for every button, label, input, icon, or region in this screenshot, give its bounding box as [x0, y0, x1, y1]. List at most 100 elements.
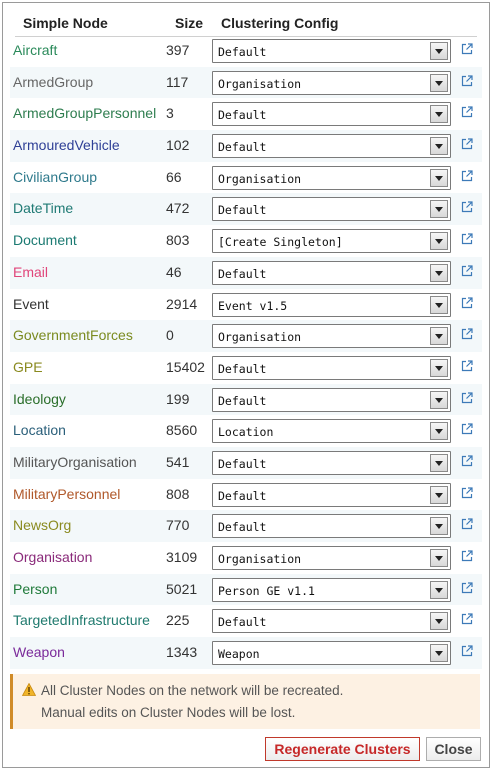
node-name[interactable]: Document	[13, 232, 77, 248]
dropdown-arrow-icon[interactable]	[430, 73, 448, 92]
clustering-config-select[interactable]: Organisation	[212, 324, 451, 349]
clustering-config-select[interactable]: Default	[212, 102, 451, 127]
select-value: Default	[218, 108, 267, 123]
select-value: Default	[218, 140, 267, 155]
header-clustering-config: Clustering Config	[221, 15, 339, 31]
node-name[interactable]: MilitaryOrganisation	[13, 454, 137, 470]
select-value: Event v1.5	[218, 298, 288, 313]
external-link-icon[interactable]	[461, 265, 473, 277]
node-name[interactable]: GPE	[13, 359, 43, 375]
node-name[interactable]: Location	[13, 422, 66, 438]
warning-line-1: All Cluster Nodes on the network will be…	[41, 683, 344, 698]
external-link-icon[interactable]	[461, 582, 473, 594]
dropdown-arrow-icon[interactable]	[430, 263, 448, 282]
external-link-icon[interactable]	[461, 43, 473, 55]
table-row: MilitaryOrganisation 541 Default	[10, 446, 482, 479]
table-row: Aircraft 397 Default	[10, 35, 482, 67]
clustering-config-select[interactable]: Location	[212, 419, 451, 444]
dropdown-arrow-icon[interactable]	[430, 168, 448, 187]
external-link-icon[interactable]	[461, 550, 473, 562]
external-link-icon[interactable]	[461, 296, 473, 309]
node-name[interactable]: Aircraft	[13, 42, 57, 58]
table-row: Person 5021 Person GE v1.1	[10, 573, 482, 606]
dropdown-arrow-icon[interactable]	[430, 644, 448, 663]
node-size: 1343	[166, 644, 198, 661]
node-name[interactable]: Organisation	[13, 549, 92, 565]
node-name[interactable]: Event	[13, 296, 49, 312]
external-link-icon[interactable]	[461, 455, 473, 467]
dropdown-arrow-icon[interactable]	[430, 580, 448, 599]
table-row: Email 46 Default	[10, 256, 482, 289]
table-row: Event 2914 Event v1.5	[10, 289, 482, 321]
dropdown-arrow-icon[interactable]	[430, 295, 448, 314]
clustering-config-select[interactable]: Default	[212, 482, 451, 507]
dropdown-arrow-icon[interactable]	[430, 137, 448, 156]
external-link-icon[interactable]	[461, 328, 473, 340]
node-name[interactable]: NewsOrg	[13, 517, 71, 533]
clustering-config-select[interactable]: Person GE v1.1	[212, 577, 451, 602]
dropdown-arrow-icon[interactable]	[430, 105, 448, 124]
external-link-icon[interactable]	[461, 613, 473, 625]
dropdown-arrow-icon[interactable]	[430, 612, 448, 631]
clustering-config-select[interactable]: Weapon	[212, 641, 451, 666]
dropdown-arrow-icon[interactable]	[430, 327, 448, 346]
clustering-config-select[interactable]: [Create Singleton]	[212, 229, 451, 254]
node-size: 770	[166, 517, 190, 534]
external-link-icon[interactable]	[461, 170, 473, 182]
clustering-config-select[interactable]: Organisation	[212, 546, 451, 570]
clustering-config-select[interactable]: Organisation	[212, 165, 451, 190]
clustering-config-select[interactable]: Default	[212, 450, 451, 475]
external-link-icon[interactable]	[461, 106, 473, 118]
node-name[interactable]: MilitaryPersonnel	[13, 486, 120, 502]
node-name[interactable]: ArmedGroupPersonnel	[13, 105, 156, 121]
node-name[interactable]: CivilianGroup	[13, 169, 97, 185]
clustering-config-select[interactable]: Default	[212, 260, 451, 285]
clustering-config-select[interactable]: Default	[212, 197, 451, 222]
dropdown-arrow-icon[interactable]	[430, 232, 448, 251]
external-link-icon[interactable]	[461, 391, 473, 404]
dropdown-arrow-icon[interactable]	[430, 485, 448, 504]
node-name[interactable]: Ideology	[13, 391, 66, 407]
external-link-icon[interactable]	[461, 138, 473, 150]
external-link-icon[interactable]	[461, 487, 473, 499]
regenerate-clusters-button[interactable]: Regenerate Clusters	[265, 737, 420, 761]
clustering-config-select[interactable]: Default	[212, 514, 451, 539]
dropdown-arrow-icon[interactable]	[430, 358, 448, 377]
clustering-config-select[interactable]: Organisation	[212, 70, 451, 95]
external-link-icon[interactable]	[461, 233, 473, 245]
clustering-config-select[interactable]: Default	[212, 134, 451, 159]
external-link-icon[interactable]	[461, 518, 473, 530]
external-link-icon[interactable]	[461, 645, 473, 657]
close-button[interactable]: Close	[426, 737, 481, 761]
clustering-config-select[interactable]: Event v1.5	[212, 292, 451, 317]
dropdown-arrow-icon[interactable]	[430, 453, 448, 472]
clustering-config-select[interactable]: Default	[212, 39, 451, 63]
node-name[interactable]: ArmouredVehicle	[13, 137, 120, 153]
external-link-icon[interactable]	[461, 360, 473, 372]
table-row: ArmouredVehicle 102 Default	[10, 130, 482, 162]
clustering-config-select[interactable]: Default	[212, 387, 451, 412]
external-link-icon[interactable]	[461, 423, 473, 435]
node-size: 3	[166, 105, 174, 122]
dropdown-arrow-icon[interactable]	[430, 42, 448, 60]
external-link-icon[interactable]	[461, 201, 473, 213]
dropdown-arrow-icon[interactable]	[430, 517, 448, 536]
table-row: ArmedGroup 117 Organisation	[10, 66, 482, 99]
dropdown-arrow-icon[interactable]	[430, 549, 448, 567]
node-name[interactable]: Weapon	[13, 644, 65, 660]
dropdown-arrow-icon[interactable]	[430, 390, 448, 409]
clustering-config-select[interactable]: Default	[212, 609, 451, 634]
external-link-icon[interactable]	[461, 75, 473, 87]
node-name[interactable]: TargetedInfrastructure	[13, 612, 150, 628]
node-size: 225	[166, 612, 190, 629]
node-name[interactable]: Email	[13, 264, 48, 280]
node-name[interactable]: GovernmentForces	[13, 327, 133, 343]
dropdown-arrow-icon[interactable]	[430, 422, 448, 441]
select-value: Organisation	[218, 171, 302, 186]
clustering-config-select[interactable]: Default	[212, 355, 451, 380]
node-name[interactable]: DateTime	[13, 200, 73, 216]
table-row: DateTime 472 Default	[10, 193, 482, 226]
node-name[interactable]: Person	[13, 581, 57, 597]
dropdown-arrow-icon[interactable]	[430, 200, 448, 219]
node-name[interactable]: ArmedGroup	[13, 74, 93, 90]
